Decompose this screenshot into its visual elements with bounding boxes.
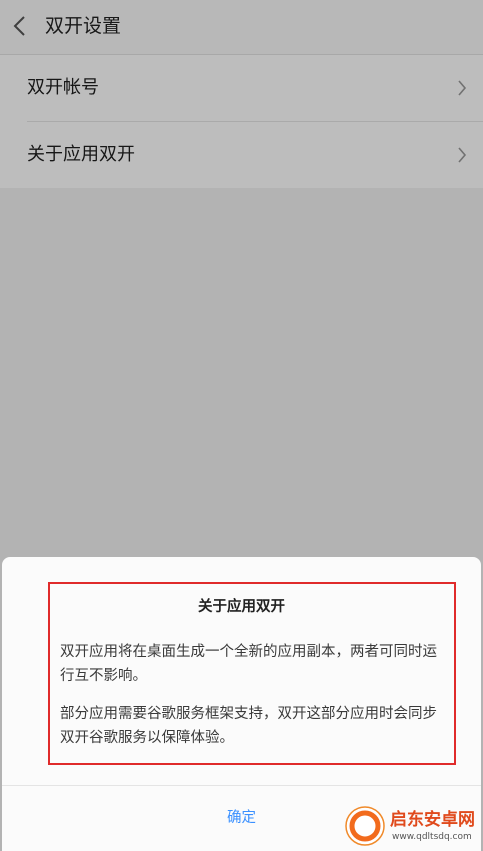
watermark-logo-icon (345, 806, 385, 846)
watermark-url: www.qdltsdq.com (392, 832, 472, 842)
watermark: 启东安卓网 www.qdltsdq.com (345, 800, 483, 851)
highlight-annotation-box (48, 582, 456, 765)
watermark-name: 启东安卓网 (390, 810, 475, 830)
